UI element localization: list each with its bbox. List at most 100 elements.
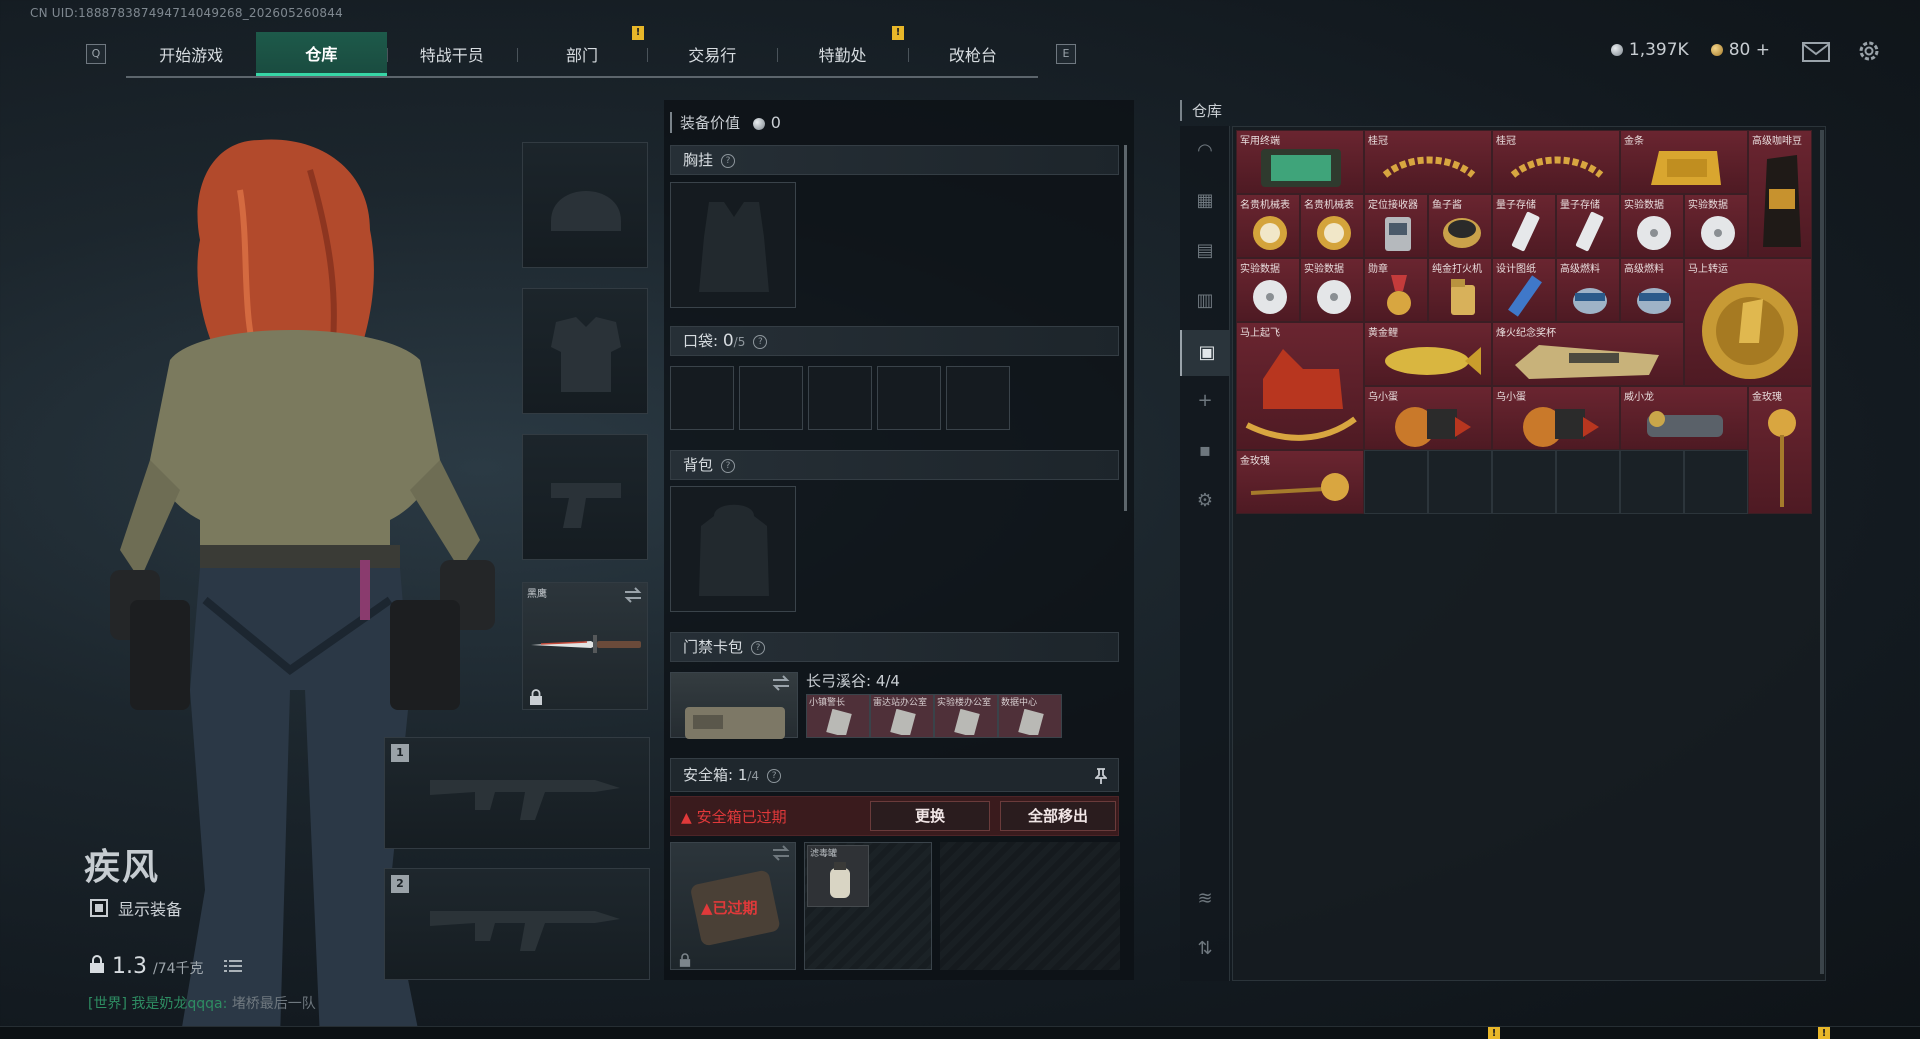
warehouse-item[interactable]: 名贵机械表 — [1236, 194, 1300, 258]
pocket-slot[interactable] — [946, 366, 1010, 430]
collectibles-filter-tab[interactable]: ▣ — [1180, 330, 1230, 376]
warehouse-item[interactable]: 实验数据 — [1620, 194, 1684, 258]
weapon-filter-icon[interactable]: ▤ — [1192, 238, 1218, 264]
tab-operators[interactable]: 特战干员 — [386, 32, 517, 76]
pocket-slot[interactable] — [670, 366, 734, 430]
gas-canister-item[interactable]: 滤毒罐 — [807, 845, 869, 907]
warehouse-item[interactable]: 设计图纸 — [1492, 258, 1556, 322]
primary-weapon-slot-1[interactable]: 1 — [384, 737, 650, 849]
gear-icon[interactable] — [1856, 38, 1882, 64]
lock-icon[interactable]: ▪ — [1192, 438, 1218, 464]
sort-icon[interactable]: ⇅ — [1192, 936, 1218, 962]
list-icon[interactable] — [223, 959, 242, 973]
swap-icon[interactable] — [771, 845, 791, 861]
warehouse-item[interactable]: 马上起飞 — [1236, 322, 1364, 450]
pistol-slot[interactable] — [522, 434, 648, 560]
helmet-filter-icon[interactable]: ◠ — [1192, 138, 1218, 164]
help-icon[interactable]: ? — [721, 458, 736, 473]
swap-icon[interactable] — [623, 587, 643, 603]
warehouse-scrollbar[interactable] — [1820, 130, 1824, 974]
empty-slot[interactable] — [1684, 450, 1748, 514]
add-gold-button[interactable]: + — [1756, 40, 1770, 60]
warehouse-item[interactable]: 量子存储 — [1556, 194, 1620, 258]
loadout-scrollbar[interactable] — [1124, 145, 1127, 511]
empty-slot[interactable] — [1492, 450, 1556, 514]
empty-slot[interactable] — [1364, 450, 1428, 514]
backpack-slot[interactable] — [670, 486, 796, 612]
gold-balance[interactable]: 80 + — [1710, 40, 1770, 60]
warehouse-item[interactable]: 实验数据 — [1236, 258, 1300, 322]
warehouse-item[interactable]: 桂冠 — [1364, 130, 1492, 194]
warehouse-item[interactable]: 定位接收器 — [1364, 194, 1428, 258]
pocket-slot[interactable] — [808, 366, 872, 430]
help-icon[interactable]: ? — [751, 640, 766, 655]
empty-slot[interactable] — [1620, 450, 1684, 514]
tab-warehouse[interactable]: 仓库 — [256, 32, 387, 76]
warehouse-item[interactable]: 高级燃料 — [1620, 258, 1684, 322]
warehouse-item[interactable]: 军用终端 — [1236, 130, 1364, 194]
warehouse-item[interactable]: 实验数据 — [1684, 194, 1748, 258]
ammo-filter-icon[interactable]: ▥ — [1192, 288, 1218, 314]
swap-icon[interactable] — [771, 675, 791, 691]
warehouse-item[interactable]: 高级燃料 — [1556, 258, 1620, 322]
show-equipment-checkbox[interactable] — [90, 899, 108, 917]
warehouse-item[interactable]: 勋章 — [1364, 258, 1428, 322]
tab-special-ops[interactable]: 特勤处 — [777, 32, 907, 76]
tab-department[interactable]: 部门 — [516, 32, 647, 76]
keycard-item[interactable]: 雷达站办公室 — [870, 694, 934, 738]
keycard-wallet-slot[interactable] — [670, 672, 798, 739]
armor-filter-icon[interactable]: ▦ — [1192, 188, 1218, 214]
melee-slot[interactable]: 黑鹰 — [522, 582, 648, 710]
helmet-slot[interactable] — [522, 142, 648, 268]
safebox-slot[interactable]: ▲已过期 — [670, 842, 796, 970]
warehouse-item[interactable]: 高级咖啡豆 — [1748, 130, 1812, 258]
show-equipment-toggle[interactable]: 显示装备 — [90, 896, 182, 920]
warehouse-item[interactable]: 纯金打火机 — [1428, 258, 1492, 322]
pocket-slot[interactable] — [739, 366, 803, 430]
empty-slot[interactable] — [1428, 450, 1492, 514]
pin-icon[interactable] — [1095, 768, 1107, 784]
help-icon[interactable]: ? — [767, 768, 782, 783]
warehouse-item[interactable]: 乌小蛋 — [1492, 386, 1620, 450]
golden-rose-icon — [1250, 473, 1349, 501]
pocket-slot[interactable] — [877, 366, 941, 430]
help-icon[interactable]: ? — [721, 153, 736, 168]
layers-icon[interactable]: ≋ — [1192, 886, 1218, 912]
warehouse-item[interactable]: 烽火纪念奖杯 — [1492, 322, 1684, 386]
chest-rig-slot[interactable] — [670, 182, 796, 308]
warehouse-item[interactable]: 金玫瑰 — [1236, 450, 1364, 514]
help-icon[interactable]: ? — [753, 334, 768, 349]
warehouse-item[interactable]: 实验数据 — [1300, 258, 1364, 322]
replace-safebox-button[interactable]: 更换 — [870, 801, 990, 831]
chat-line[interactable]: [世界] 我是奶龙qqqa: 堵桥最后一队 — [88, 993, 316, 1013]
warehouse-item[interactable]: 量子存储 — [1492, 194, 1556, 258]
warehouse-item[interactable]: 金条 — [1620, 130, 1748, 194]
silver-coin-icon — [1610, 44, 1623, 56]
armor-slot[interactable] — [522, 288, 648, 414]
empty-slot[interactable] — [1556, 450, 1620, 514]
warehouse-item[interactable]: 金玫瑰 — [1748, 386, 1812, 514]
warehouse-item[interactable]: 鱼子酱 — [1428, 194, 1492, 258]
tab-trading[interactable]: 交易行 — [647, 32, 777, 76]
safebox-grid[interactable]: 滤毒罐 — [804, 842, 932, 970]
warehouse-item[interactable]: 名贵机械表 — [1300, 194, 1364, 258]
warehouse-item[interactable]: 乌小蛋 — [1364, 386, 1492, 450]
keycard-item[interactable]: 数据中心 — [998, 694, 1062, 738]
add-icon[interactable]: + — [1192, 388, 1218, 414]
gear-icon[interactable]: ⚙ — [1192, 488, 1218, 514]
warehouse-item[interactable]: 黄金鲤 — [1364, 322, 1492, 386]
tab-start-game[interactable]: 开始游戏 — [126, 32, 256, 76]
tab-gunsmith[interactable]: 改枪台 — [907, 32, 1038, 76]
fuel-can-icon — [1573, 288, 1607, 314]
move-all-out-button[interactable]: 全部移出 — [1000, 801, 1116, 831]
primary-weapon-slot-2[interactable]: 2 — [384, 868, 650, 980]
keycard-item[interactable]: 实验楼办公室 — [934, 694, 998, 738]
warehouse-item[interactable]: 桂冠 — [1492, 130, 1620, 194]
warehouse-item[interactable]: 马上转运 — [1684, 258, 1812, 386]
loadout-panel: 装备价值 0 胸挂? 口袋: 0/5? 背包? 门禁卡包? 长弓溪谷: 4/4 … — [664, 100, 1134, 980]
fuel-can-icon — [1637, 288, 1671, 314]
warehouse-item[interactable]: 威小龙 — [1620, 386, 1748, 450]
keycard-item[interactable]: 小镇警长 — [806, 694, 870, 738]
mail-icon[interactable] — [1802, 42, 1830, 62]
filter-canister-icon — [830, 862, 850, 898]
